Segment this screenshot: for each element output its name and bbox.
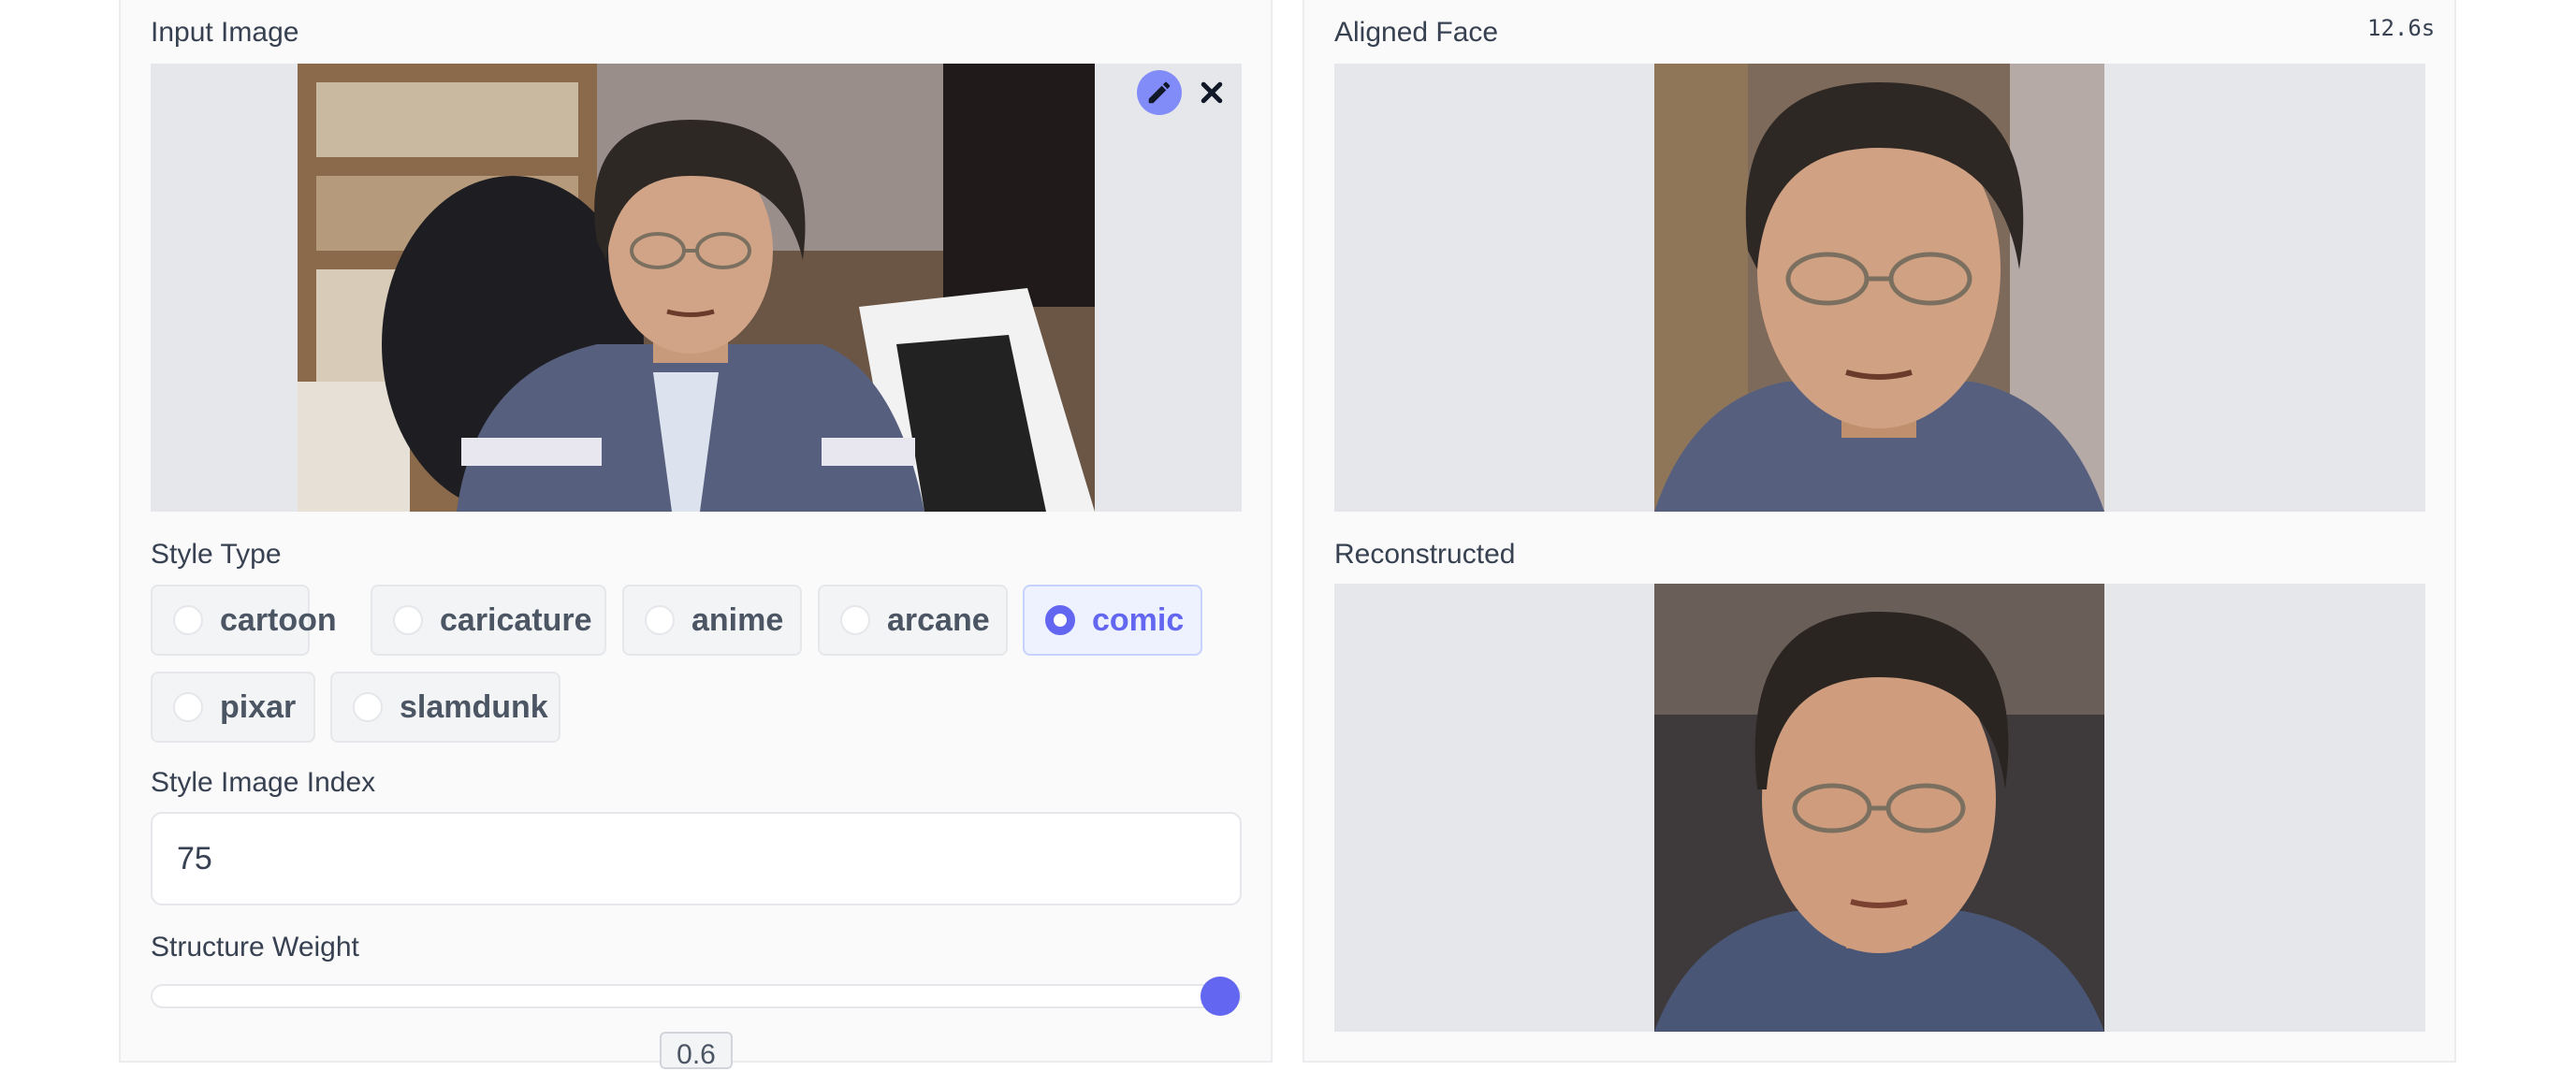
radio-circle [353,692,383,722]
style-option-caricature[interactable]: caricature [371,585,606,656]
style-option-label: cartoon [220,601,337,638]
clear-image-button[interactable] [1189,70,1234,115]
close-icon [1201,81,1223,104]
style-option-cartoon[interactable]: cartoon [151,585,337,656]
radio-circle [840,605,870,635]
radio-circle [173,692,203,722]
structure-weight-label: Structure Weight [151,932,359,962]
style-type-label: Style Type [151,539,282,570]
elapsed-time: 12.6s [2367,15,2436,41]
style-option-label: slamdunk [400,688,548,725]
aligned-face-image-box [1334,64,2425,512]
style-option-pixar[interactable]: pixar [151,672,315,743]
aligned-face-label: Aligned Face [1334,17,1499,48]
style-option-arcane[interactable]: arcane [818,585,1008,656]
radio-circle-selected [1045,605,1075,635]
pencil-icon [1148,81,1171,104]
style-option-label: arcane [887,601,990,638]
input-photo [298,64,1095,512]
input-image-label: Input Image [151,17,299,48]
structure-weight-slider-thumb[interactable] [1201,977,1240,1016]
reconstructed-image-box [1334,584,2425,1032]
radio-circle [173,605,203,635]
radio-circle [645,605,675,635]
style-image-index-label: Style Image Index [151,767,376,798]
style-option-label: comic [1092,601,1185,638]
edit-image-button[interactable] [1137,70,1182,115]
style-option-label: pixar [220,688,297,725]
style-option-label: caricature [440,601,592,638]
input-image-dropzone[interactable] [151,64,1242,512]
style-option-comic[interactable]: comic [1023,585,1202,656]
radio-circle [393,605,423,635]
style-image-index-input[interactable] [151,812,1242,905]
style-option-slamdunk[interactable]: slamdunk [330,672,560,743]
reconstructed-photo [1654,584,2104,1032]
aligned-face-photo [1654,64,2104,512]
style-option-anime[interactable]: anime [622,585,802,656]
style-option-label: anime [691,601,784,638]
structure-weight-value[interactable]: 0.6 [660,1032,733,1070]
reconstructed-label: Reconstructed [1334,539,1516,570]
structure-weight-slider-track[interactable] [151,984,1242,1008]
